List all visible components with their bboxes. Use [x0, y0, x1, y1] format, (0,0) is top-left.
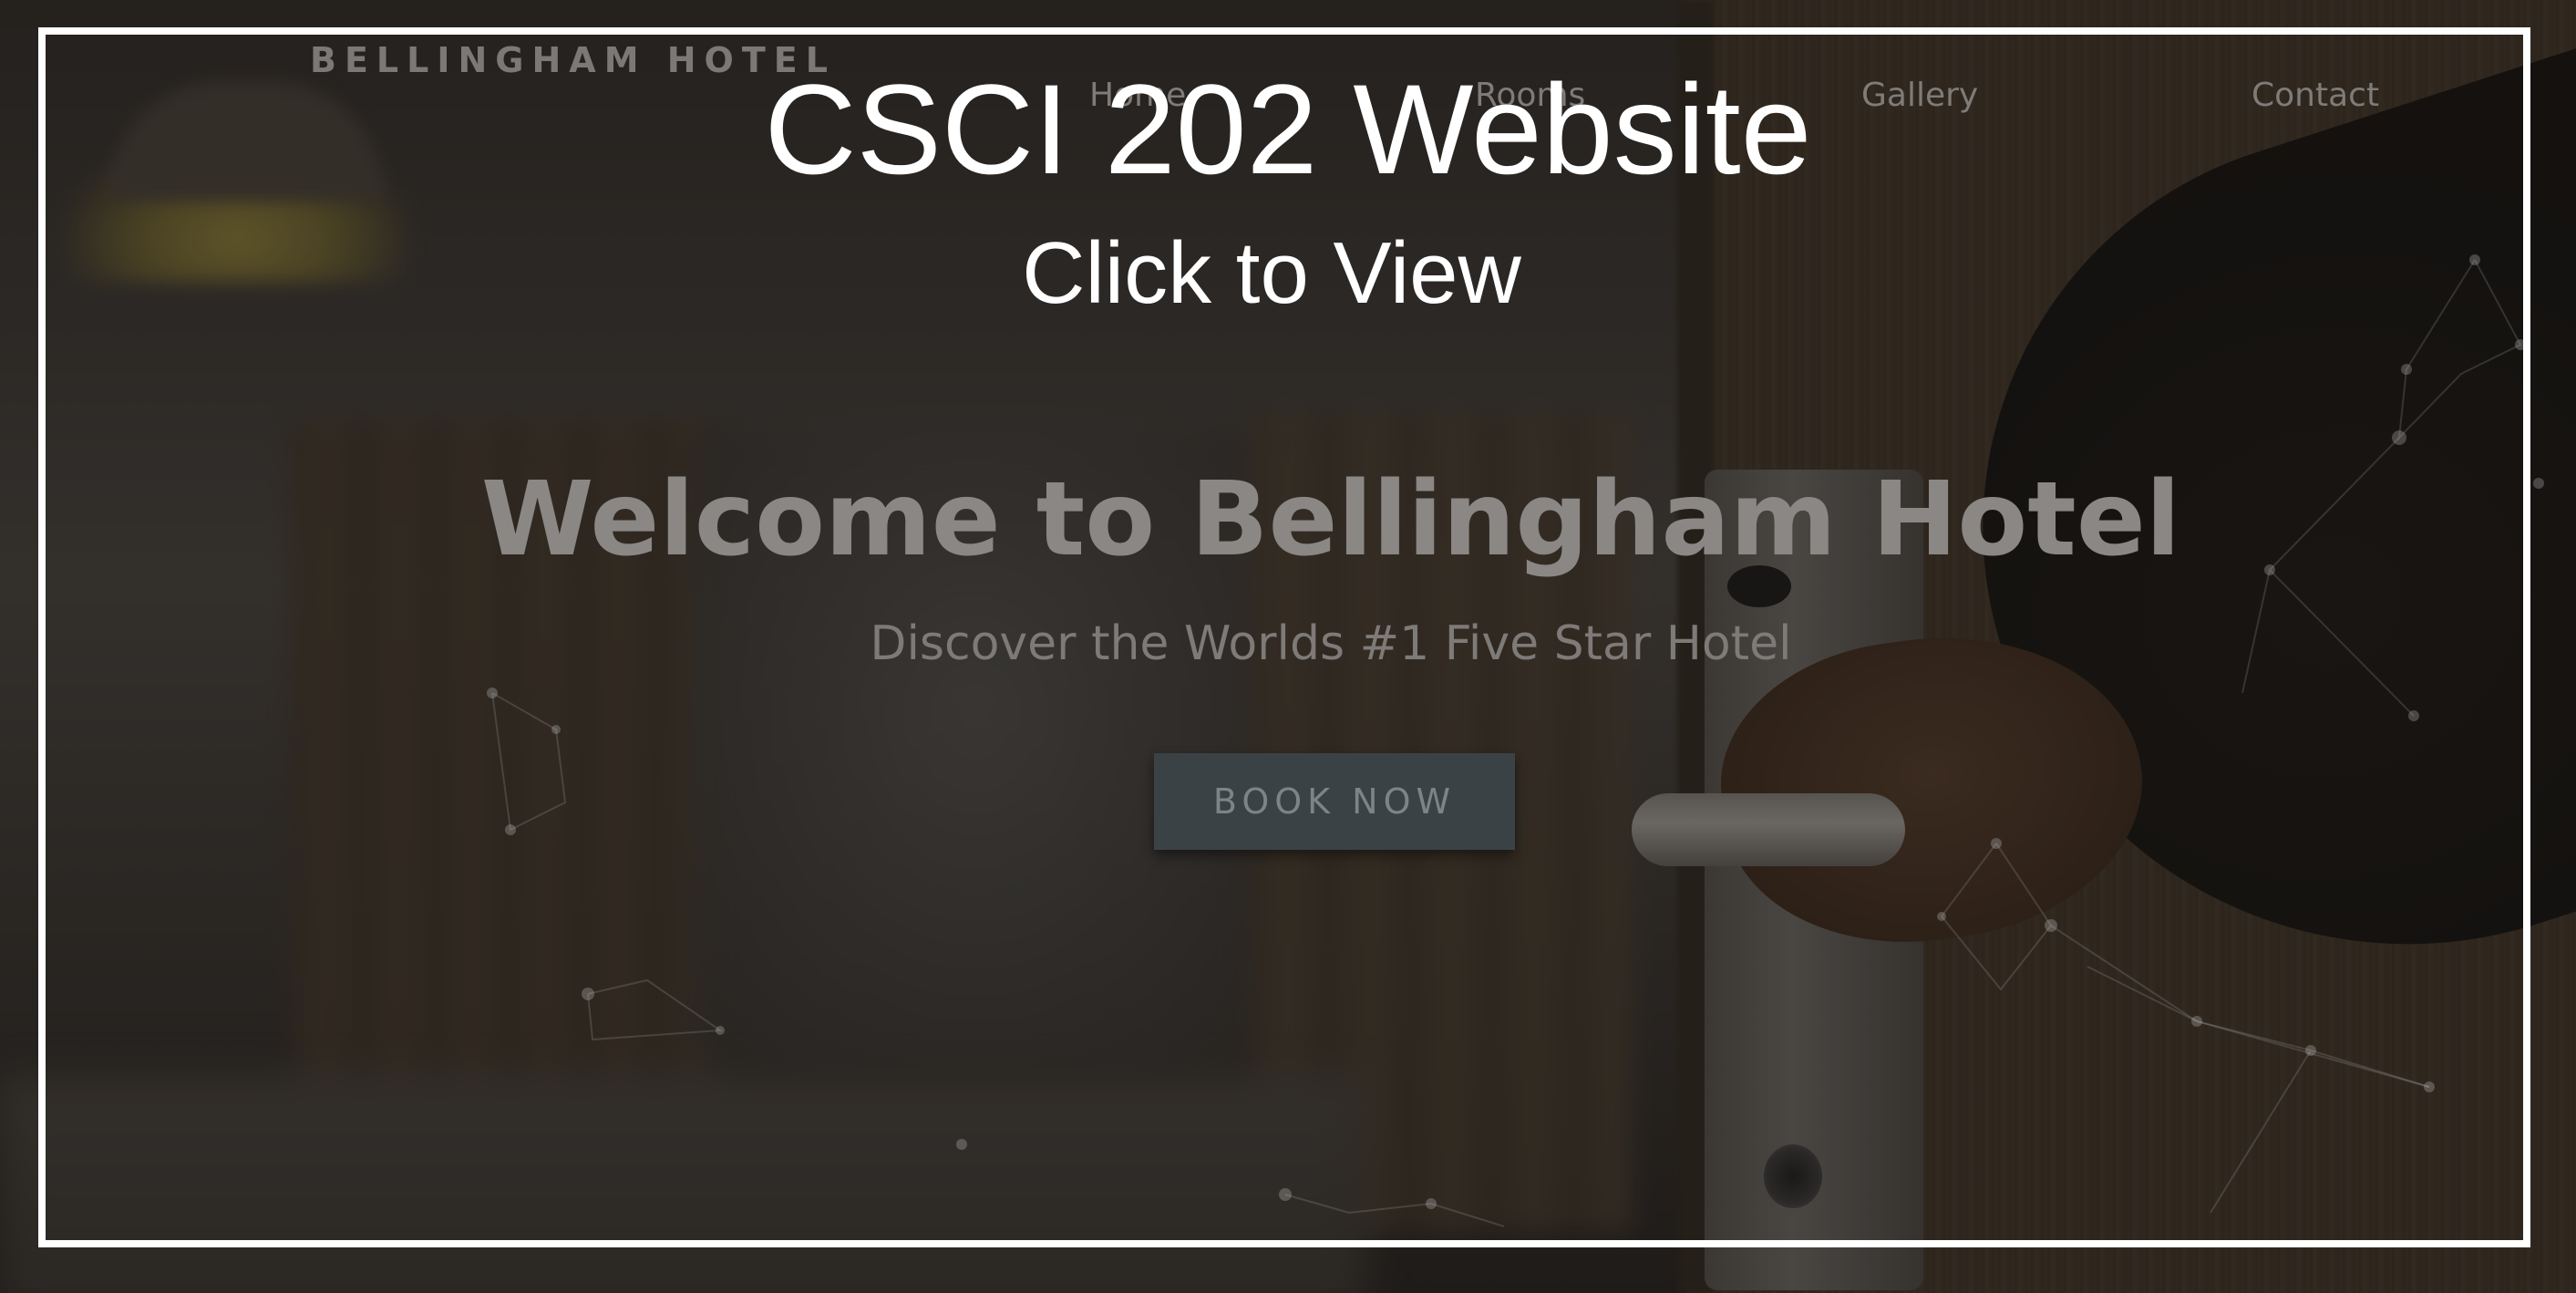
project-card-title[interactable]: CSCI 202 Website	[0, 66, 2576, 193]
screenshot-stage: BELLINGHAM HOTEL Home Rooms Gallery Cont…	[0, 0, 2576, 1293]
click-to-view-label[interactable]: Click to View	[0, 230, 2543, 317]
project-card-frame[interactable]	[38, 27, 2530, 1247]
